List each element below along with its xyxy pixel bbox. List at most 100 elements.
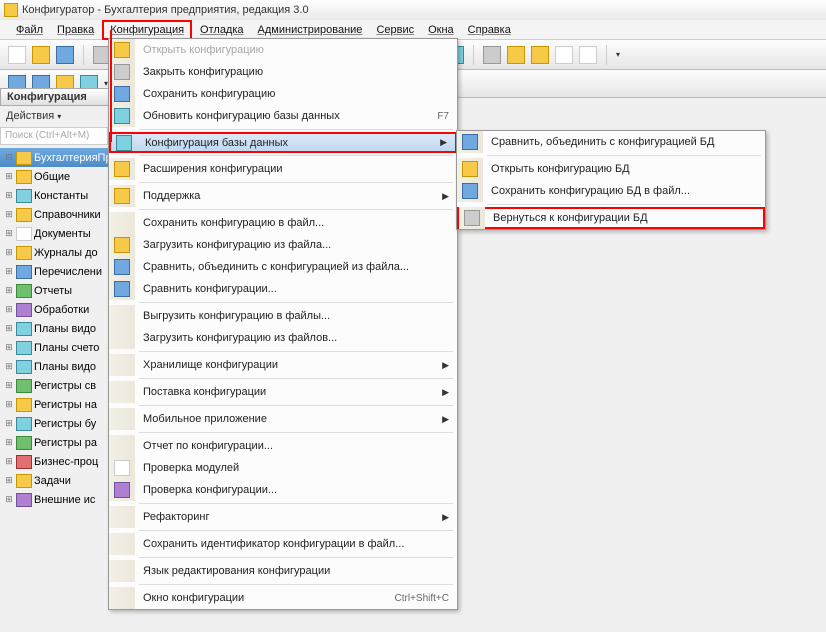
tree-icon [16, 341, 32, 355]
menu-item[interactable]: Обновить конфигурацию базы данныхF7 [109, 105, 457, 127]
tree-icon [16, 360, 32, 374]
menu-label: Сравнить, объединить с конфигурацией БД [483, 136, 765, 148]
tree-label: Обработки [34, 304, 89, 316]
menu-item[interactable]: Поддержка▶ [109, 185, 457, 207]
submenu-item[interactable]: Сохранить конфигурацию БД в файл... [457, 180, 765, 202]
menu-item[interactable]: Язык редактирования конфигурации [109, 560, 457, 582]
menu-admin[interactable]: Администрирование [252, 22, 369, 38]
menu-label: Проверка конфигурации... [135, 484, 457, 496]
menu-item[interactable]: Отчет по конфигурации... [109, 435, 457, 457]
expander-icon[interactable]: ⊞ [4, 304, 14, 315]
tree-icon [16, 265, 32, 279]
expander-icon[interactable]: ⊞ [4, 399, 14, 410]
menu-label: Поддержка [135, 190, 442, 202]
menu-item[interactable]: Сравнить конфигурации... [109, 278, 457, 300]
menu-edit[interactable]: Правка [51, 22, 100, 38]
menu-item[interactable]: Проверка модулей [109, 457, 457, 479]
tb-open-icon[interactable] [32, 46, 50, 64]
menu-item[interactable]: Загрузить конфигурацию из файла... [109, 234, 457, 256]
menu-sep [139, 557, 453, 558]
expander-icon[interactable]: ⊞ [4, 361, 14, 372]
menu-label: Сохранить идентификатор конфигурации в ф… [135, 538, 457, 550]
menu-icon [116, 135, 132, 151]
menu-item[interactable]: Окно конфигурацииCtrl+Shift+C [109, 587, 457, 609]
tree-icon [16, 436, 32, 450]
expander-icon[interactable]: ⊞ [4, 456, 14, 467]
expander-icon[interactable]: ⊟ [4, 152, 14, 163]
expander-icon[interactable]: ⊞ [4, 475, 14, 486]
expander-icon[interactable]: ⊞ [4, 171, 14, 182]
menu-item[interactable]: Сохранить конфигурацию в файл... [109, 212, 457, 234]
tb-school-icon[interactable] [507, 46, 525, 64]
menu-icon [114, 509, 130, 525]
menu-item[interactable]: Выгрузить конфигурацию в файлы... [109, 305, 457, 327]
tb-save-icon[interactable] [56, 46, 74, 64]
menu-icon [114, 215, 130, 231]
submenu-item[interactable]: Сравнить, объединить с конфигурацией БД [457, 131, 765, 153]
menu-item[interactable]: Хранилище конфигурации▶ [109, 354, 457, 376]
window-title: Конфигуратор - Бухгалтерия предприятия, … [22, 4, 309, 16]
expander-icon[interactable]: ⊞ [4, 285, 14, 296]
menu-debug[interactable]: Отладка [194, 22, 249, 38]
expander-icon[interactable]: ⊞ [4, 228, 14, 239]
expander-icon[interactable]: ⊞ [4, 494, 14, 505]
menu-file[interactable]: Файл [10, 22, 49, 38]
tree-icon [16, 151, 32, 165]
expander-icon[interactable]: ⊞ [4, 190, 14, 201]
expander-icon[interactable]: ⊞ [4, 380, 14, 391]
submenu-item[interactable]: Вернуться к конфигурации БД [457, 207, 765, 229]
actions-label: Действия [6, 110, 54, 122]
menu-item[interactable]: Расширения конфигурации [109, 158, 457, 180]
menu-sep [139, 530, 453, 531]
menu-item[interactable]: Рефакторинг▶ [109, 506, 457, 528]
menu-item[interactable]: Сохранить идентификатор конфигурации в ф… [109, 533, 457, 555]
expander-icon[interactable]: ⊞ [4, 342, 14, 353]
toolbar-sep [83, 45, 84, 65]
menu-item[interactable]: Закрыть конфигурацию [109, 61, 457, 83]
menu-icon [462, 161, 478, 177]
menu-dropdown: Открыть конфигурацию Закрыть конфигурацию… [108, 38, 458, 610]
menu-windows[interactable]: Окна [422, 22, 460, 38]
menu-item[interactable]: Загрузить конфигурацию из файлов... [109, 327, 457, 349]
menu-item[interactable]: Сравнить, объединить с конфигурацией из … [109, 256, 457, 278]
tb-test-icon[interactable] [483, 46, 501, 64]
expander-icon[interactable]: ⊞ [4, 266, 14, 277]
toolbar-sep [473, 45, 474, 65]
tb-info-icon[interactable] [579, 46, 597, 64]
menu-sep [139, 584, 453, 585]
menu-service[interactable]: Сервис [370, 22, 420, 38]
expander-icon[interactable]: ⊞ [4, 209, 14, 220]
menu-sep [139, 378, 453, 379]
submenu-arrow-icon: ▶ [440, 137, 455, 148]
submenu-item[interactable]: Открыть конфигурацию БД [457, 158, 765, 180]
expander-icon[interactable]: ⊞ [4, 418, 14, 429]
expander-icon[interactable]: ⊞ [4, 323, 14, 334]
menu-item[interactable]: Поставка конфигурации▶ [109, 381, 457, 403]
menu-icon [114, 357, 130, 373]
tb-helpers-icon[interactable] [531, 46, 549, 64]
menu-help[interactable]: Справка [462, 22, 517, 38]
menu-item[interactable]: Сохранить конфигурацию [109, 83, 457, 105]
toolbar-more-icon[interactable]: ▾ [616, 50, 620, 59]
tb-new-icon[interactable] [8, 46, 26, 64]
expander-icon[interactable]: ⊞ [4, 247, 14, 258]
tree-label: БухгалтерияПре [34, 152, 118, 164]
menu-icon [462, 183, 478, 199]
search-input[interactable]: Поиск (Ctrl+Alt+M) [0, 127, 108, 145]
tree-label: Планы видо [34, 361, 96, 373]
submenu-arrow-icon: ▶ [442, 387, 457, 398]
menu-configuration[interactable]: Конфигурация [102, 20, 192, 40]
tree-icon [16, 455, 32, 469]
tb-books-icon[interactable] [555, 46, 573, 64]
menu-sep [139, 503, 453, 504]
actions-button[interactable]: Действия ▾ [0, 107, 110, 125]
menu-item[interactable]: Мобильное приложение▶ [109, 408, 457, 430]
menu-item[interactable]: Открыть конфигурацию [109, 39, 457, 61]
tree-icon [16, 246, 32, 260]
expander-icon[interactable]: ⊞ [4, 437, 14, 448]
menu-label: Открыть конфигурацию [135, 44, 457, 56]
menu-item[interactable]: Проверка конфигурации... [109, 479, 457, 501]
tree-label: Журналы до [34, 247, 98, 259]
menu-item[interactable]: Конфигурация базы данных▶ [109, 132, 457, 153]
menu-icon [114, 330, 130, 346]
